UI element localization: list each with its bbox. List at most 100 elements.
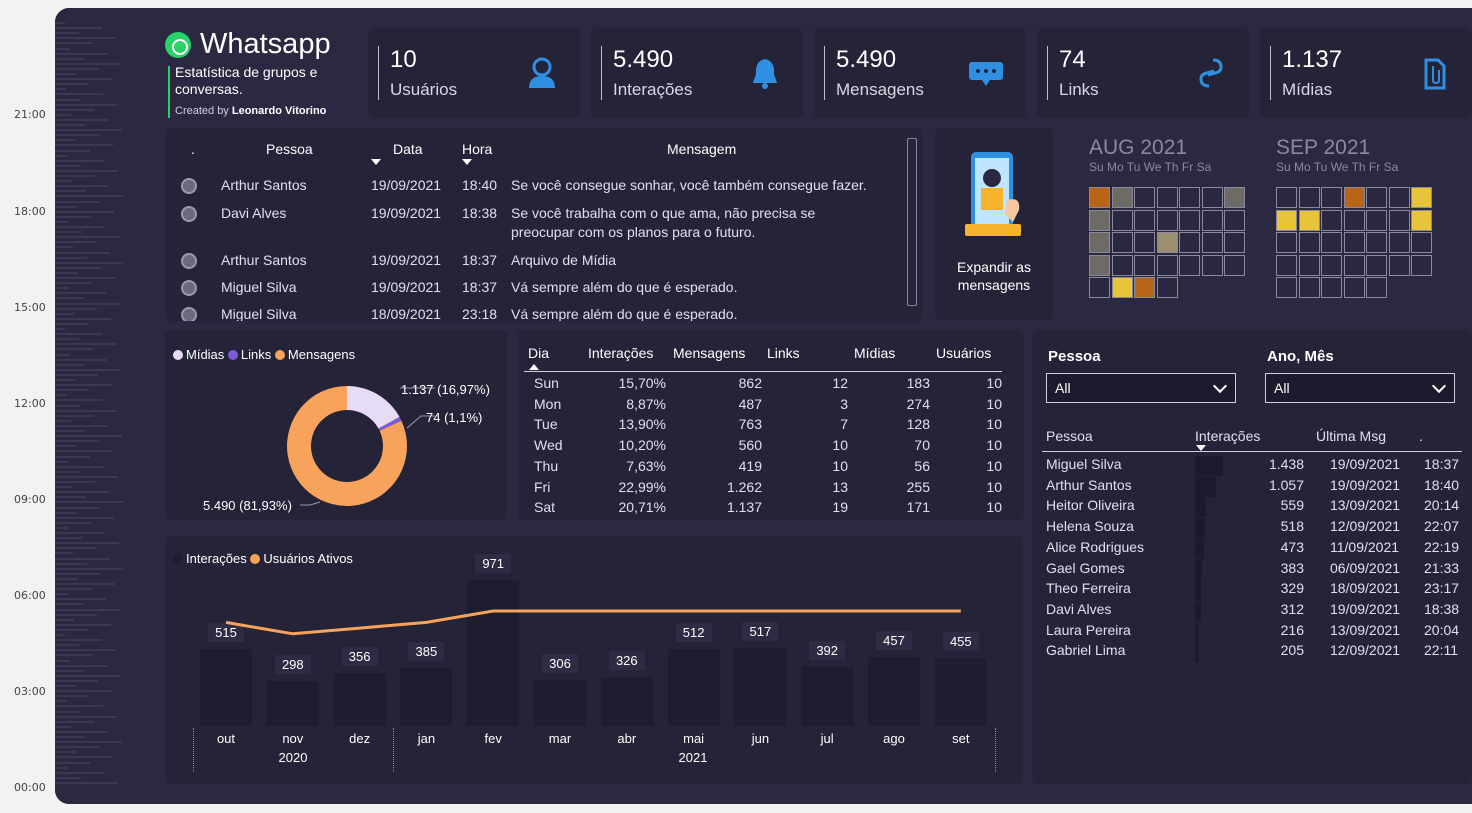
donut-label-messages: 5.490 (81,93%) — [203, 498, 292, 513]
strip-line — [55, 399, 103, 402]
column-header-time[interactable]: Hora — [462, 141, 492, 157]
person-row[interactable]: Alice Rodrigues 473 11/09/2021 22:19 — [1032, 539, 1472, 559]
weekday-cell: 183 — [906, 375, 930, 391]
strip-line — [55, 781, 118, 784]
strip-line — [55, 649, 116, 652]
person-last-date: 19/09/2021 — [1330, 600, 1401, 617]
person-last-date: 12/09/2021 — [1330, 642, 1401, 659]
strip-line — [55, 124, 85, 126]
column-header-last-message[interactable]: Última Msg — [1316, 428, 1386, 444]
strip-line — [55, 542, 119, 545]
message-text: Arquivo de Mídia — [511, 252, 617, 268]
column-header-dot[interactable]: . — [191, 141, 195, 157]
message-row[interactable]: Arthur Santos 19/09/2021 18:37 Arquivo d… — [165, 252, 905, 278]
weekday-row[interactable]: Sun 15,70% 862 12 183 10 — [524, 375, 1002, 395]
strip-line — [55, 414, 94, 417]
weekday-row[interactable]: Fri 22,99% 1.262 13 255 10 — [524, 479, 1002, 499]
person-row[interactable]: Helena Souza 518 12/09/2021 22:07 — [1032, 518, 1472, 538]
strip-line — [55, 552, 73, 555]
message-row[interactable]: Davi Alves 19/09/2021 18:38 Se você trab… — [165, 205, 905, 251]
message-time: 18:38 — [462, 205, 498, 221]
weekday-row[interactable]: Thu 7,63% 419 10 56 10 — [524, 458, 1002, 478]
column-header-messages[interactable]: Mensagens — [673, 345, 745, 361]
column-header-interactions[interactable]: Interações — [1195, 428, 1260, 444]
weekday-cell: 12 — [832, 375, 848, 391]
message-text-cont: preocupar com os planos para o futuro. — [511, 224, 756, 240]
kpi-value: 1.137 — [1282, 46, 1343, 73]
period-filter-dropdown[interactable]: All — [1265, 373, 1455, 403]
person-filter-value: All — [1055, 380, 1071, 396]
person-last-date: 19/09/2021 — [1330, 476, 1401, 493]
vertical-scrollbar[interactable] — [907, 138, 917, 306]
calendar-day-cell — [1411, 187, 1432, 208]
strip-line — [55, 27, 102, 30]
person-last-time: 18:38 — [1424, 600, 1460, 617]
strip-line — [55, 567, 124, 570]
person-last-time: 22:19 — [1424, 538, 1460, 555]
message-row[interactable]: Arthur Santos 19/09/2021 18:40 Se você c… — [165, 177, 905, 203]
message-row[interactable]: Miguel Silva 18/09/2021 23:18 Vá sempre … — [165, 306, 905, 321]
kpi-divider — [378, 46, 379, 100]
message-text: Se você consegue sonhar, você também con… — [511, 177, 867, 193]
strip-line — [55, 634, 65, 636]
weekday-cell: 1.137 — [726, 499, 762, 516]
column-header-links[interactable]: Links — [767, 345, 800, 361]
column-header-interactions[interactable]: Interações — [588, 345, 653, 361]
person-row[interactable]: Heitor Oliveira 559 13/09/2021 20:14 — [1032, 497, 1472, 517]
person-row[interactable]: Davi Alves 312 19/09/2021 18:38 — [1032, 601, 1472, 621]
person-row[interactable]: Theo Ferreira 329 18/09/2021 23:17 — [1032, 580, 1472, 600]
weekday-cell: 8,87% — [626, 395, 666, 412]
accent-bar — [168, 66, 170, 118]
strip-line — [55, 674, 121, 677]
strip-line — [55, 751, 76, 754]
kpi-label: Mídias — [1282, 80, 1333, 99]
message-person: Davi Alves — [221, 205, 287, 221]
strip-line — [55, 37, 116, 40]
column-header-message[interactable]: Mensagem — [667, 141, 736, 157]
person-row[interactable]: Gabriel Lima 205 12/09/2021 22:11 — [1032, 642, 1472, 662]
strip-line — [55, 700, 66, 703]
strip-line — [55, 593, 69, 596]
line-active-users[interactable] — [225, 609, 961, 636]
strip-line — [55, 333, 102, 336]
strip-line — [55, 695, 89, 698]
weekday-row[interactable]: Wed 10,20% 560 10 70 10 — [524, 437, 1002, 457]
strip-line — [55, 363, 84, 366]
column-header-day[interactable]: Dia — [528, 345, 549, 361]
person-row[interactable]: Laura Pereira 216 13/09/2021 20:04 — [1032, 622, 1472, 642]
column-header-person[interactable]: Pessoa — [266, 141, 313, 157]
expand-messages-button[interactable]: Expandir as mensagens — [935, 128, 1053, 320]
weekday-row[interactable]: Tue 13,90% 763 7 128 10 — [524, 416, 1002, 436]
calendar-day-cell — [1321, 277, 1342, 298]
calendar-day-cell — [1134, 254, 1155, 276]
column-header-media[interactable]: Mídias — [854, 345, 895, 361]
person-row[interactable]: Gael Gomes 383 06/09/2021 21:33 — [1032, 560, 1472, 580]
rail-time: 15:00 — [14, 301, 46, 314]
strip-line — [55, 266, 101, 269]
person-row[interactable]: Arthur Santos 1.057 19/09/2021 18:40 — [1032, 477, 1472, 497]
strip-line — [55, 144, 113, 147]
weekday-cell: 1.262 — [726, 478, 762, 495]
column-header-dot[interactable]: . — [1419, 428, 1423, 444]
message-date: 19/09/2021 — [371, 252, 442, 268]
calendar-day-cell — [1321, 254, 1342, 276]
message-person: Arthur Santos — [221, 177, 307, 193]
person-last-date: 11/09/2021 — [1330, 538, 1400, 555]
person-filter-dropdown[interactable]: All — [1046, 373, 1236, 403]
strip-line — [55, 685, 75, 687]
column-header-person[interactable]: Pessoa — [1046, 428, 1093, 444]
column-header-users[interactable]: Usuários — [936, 345, 991, 361]
message-row[interactable]: Miguel Silva 19/09/2021 18:37 Vá sempre … — [165, 279, 905, 305]
weekday-row[interactable]: Sat 20,71% 1.137 19 171 10 — [524, 499, 1002, 519]
kpi-card-messages: 5.490 Mensagens — [814, 28, 1026, 118]
calendar-day-cell — [1298, 277, 1320, 298]
weekday-row[interactable]: Mon 8,87% 487 3 274 10 — [524, 396, 1002, 416]
calendar-day-cell — [1134, 232, 1155, 253]
calendar-day-cell — [1366, 209, 1387, 231]
phone-person-icon — [965, 152, 1021, 236]
person-row[interactable]: Miguel Silva 1.438 19/09/2021 18:37 — [1032, 456, 1472, 476]
strip-line — [55, 317, 111, 320]
active-users-line — [225, 609, 961, 636]
column-header-date[interactable]: Data — [393, 141, 423, 157]
strip-line — [55, 42, 93, 45]
